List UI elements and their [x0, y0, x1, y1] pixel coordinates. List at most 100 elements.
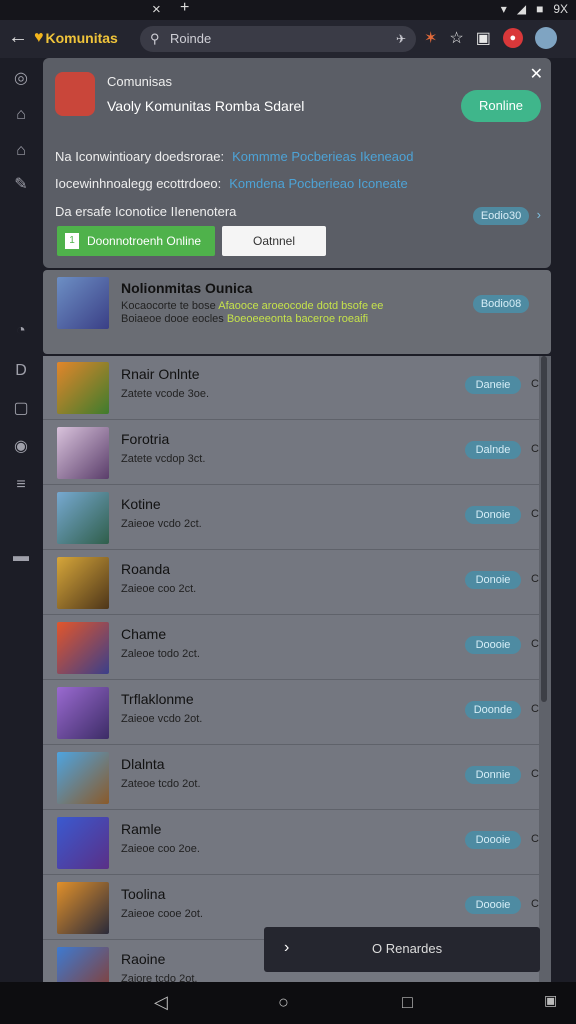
screenshot-icon[interactable]: ▣ — [544, 992, 557, 1009]
featured-item[interactable]: Nolionmitas Ounica Kocaocorte te bose Af… — [43, 270, 551, 354]
list-item-count: C — [531, 508, 539, 520]
avatar — [57, 362, 109, 414]
list-item-name: Dlalnta — [121, 756, 165, 772]
close-icon[interactable]: ✕ — [530, 64, 543, 84]
back-arrow-icon[interactable]: ← — [8, 26, 28, 49]
list-item-name: Toolina — [121, 886, 166, 902]
list-item-name: Chame — [121, 626, 167, 642]
clock-icon[interactable]: ◔ — [10, 320, 32, 342]
extension-icon[interactable]: ✈ — [396, 26, 406, 52]
home-icon[interactable]: ○ — [278, 992, 289, 1013]
list-item-sub: Zaiore tcdo 2ot. — [121, 973, 198, 982]
list-icon[interactable]: ≡ — [10, 474, 32, 496]
back-icon[interactable]: ◁ — [154, 992, 168, 1013]
home-icon[interactable]: ⌂ — [10, 104, 32, 126]
featured-desc-2-green: Boeoeeeonta baceroe roeaifi — [226, 313, 369, 325]
app-logo[interactable]: ♥ Komunitas — [34, 29, 118, 47]
cancel-button[interactable]: Oatnnel — [222, 226, 326, 256]
featured-button[interactable]: Bodio08 — [473, 295, 529, 313]
avatar — [57, 687, 109, 739]
recents-icon[interactable]: □ — [402, 992, 413, 1013]
star-icon[interactable]: ☆ — [449, 28, 463, 48]
pen-icon[interactable]: ✎ — [10, 174, 32, 196]
list-item-button[interactable]: Doooie — [465, 831, 521, 849]
list-item[interactable]: Roanda Zaieoe coo 2ct. Donoie C — [43, 551, 539, 615]
info-line-1-link[interactable]: Kommme Pocberieas Ikeneaod — [232, 149, 413, 164]
scrollbar-thumb[interactable] — [541, 356, 547, 702]
list-item-name: Roanda — [121, 561, 171, 577]
avatar — [57, 427, 109, 479]
avatar — [57, 817, 109, 869]
online-button[interactable]: Ronline — [461, 90, 541, 122]
paw-icon: ♥ — [34, 29, 44, 46]
list-item-name: Raoine — [121, 951, 166, 967]
record-icon[interactable]: ● — [502, 28, 523, 48]
target-icon[interactable]: ◉ — [10, 436, 32, 458]
list-item-button[interactable]: Doonde — [465, 701, 521, 719]
list-item[interactable]: Chame Zaleoe todo 2ct. Doooie C — [43, 616, 539, 680]
list-item-sub: Zaieoe vcdo 2ct. — [121, 518, 202, 530]
house-icon[interactable]: ⌂ — [10, 140, 32, 162]
list-item-button[interactable]: Daneie — [465, 376, 521, 394]
list-item-count: C — [531, 833, 539, 845]
list-item-name: Rnair Onlnte — [121, 366, 200, 382]
list-item[interactable]: Kotine Zaieoe vcdo 2ct. Donoie C — [43, 486, 539, 550]
list-item[interactable]: Dlalnta Zateoe tcdo 2ot. Donnie C — [43, 746, 539, 810]
compass-icon[interactable]: ◎ — [10, 68, 32, 90]
list-item-sub: Zaieoe coo 2oe. — [121, 843, 200, 855]
chevron-right-icon[interactable]: › — [284, 939, 289, 957]
featured-desc: Kocaocorte te bose Afaooce aroeocode dot… — [121, 300, 441, 326]
toolbar-icons: ✶ ☆ ▣ ● ⋮ — [424, 27, 576, 49]
signal-icon: ◢ — [516, 2, 527, 16]
address-bar[interactable]: ⚲ Roinde ✈ — [140, 26, 416, 52]
list-item-button[interactable]: Donoie — [465, 506, 521, 524]
new-tab-icon[interactable]: + — [180, 0, 189, 17]
list-item-sub: Zaieoe coo 2ct. — [121, 583, 197, 595]
panel-pill[interactable]: Eodio30 — [473, 207, 529, 225]
featured-name: Nolionmitas Ounica — [121, 280, 253, 296]
list-item-button[interactable]: Donnie — [465, 766, 521, 784]
list-item-button[interactable]: Doooie — [465, 896, 521, 914]
list-item-count: C — [531, 768, 539, 780]
list-item-button[interactable]: Donoie — [465, 571, 521, 589]
avatar — [57, 622, 109, 674]
list-item[interactable]: Trflaklonme Zaieoe vcdo 2ot. Doonde C — [43, 681, 539, 745]
list-item-sub: Zaieoe vcdo 2ot. — [121, 713, 203, 725]
list-item[interactable]: Rnair Onlnte Zatete vcode 3oe. Daneie C — [43, 356, 539, 420]
toast-bar[interactable]: › O Renardes — [264, 927, 540, 972]
camera-icon[interactable]: ▢ — [10, 398, 32, 420]
tabs-icon[interactable]: ▣ — [476, 28, 491, 48]
community-list: Rnair Onlnte Zatete vcode 3oe. Daneie C … — [43, 356, 539, 982]
sidebar: ◎ ⌂ ⌂ ✎ ◔ D ▢ ◉ ≡ ▬ — [0, 58, 42, 982]
download-online-button[interactable]: 1 Doonnotroenh Online — [57, 226, 215, 256]
list-item-button[interactable]: Dalnde — [465, 441, 521, 459]
list-item-sub: Zaleoe todo 2ct. — [121, 648, 200, 660]
list-item-name: Kotine — [121, 496, 161, 512]
info-line-2-link[interactable]: Komdena Pocberieao Iconeate — [229, 176, 408, 191]
button-badge: 1 — [65, 233, 79, 249]
mascot-icon[interactable]: ✶ — [424, 28, 437, 48]
download-online-label: Doonnotroenh Online — [87, 234, 202, 248]
battery-text: 9X — [553, 2, 568, 16]
avatar[interactable] — [534, 27, 557, 49]
search-icon: ⚲ — [150, 31, 160, 46]
featured-desc-2: Boiaeoe dooe eocles — [121, 313, 224, 325]
list-item[interactable]: Forotria Zatete vcdop 3ct. Dalnde C — [43, 421, 539, 485]
bookmark-icon[interactable]: D — [10, 360, 32, 382]
info-line-2-label: Iocewinhnoalegg ecottrdoeo: — [55, 176, 222, 191]
list-item-count: C — [531, 573, 539, 585]
chevron-right-icon[interactable]: › — [537, 207, 541, 222]
app-name: Komunitas — [45, 30, 118, 46]
wifi-icon: ▾ — [500, 2, 507, 16]
menu-icon[interactable]: ⋮ — [569, 28, 576, 48]
close-tab-icon[interactable]: × — [152, 1, 161, 18]
list-item[interactable]: Ramle Zaieoe coo 2oe. Doooie C — [43, 811, 539, 875]
avatar — [57, 557, 109, 609]
list-scrollbar[interactable] — [539, 356, 551, 982]
list-item-button[interactable]: Doooie — [465, 636, 521, 654]
browser-toolbar: ← ♥ Komunitas ⚲ Roinde ✈ ✶ ☆ ▣ ● ⋮ — [0, 20, 576, 58]
list-item-count: C — [531, 703, 539, 715]
briefcase-icon[interactable]: ▬ — [10, 546, 32, 568]
address-text: Roinde — [170, 31, 212, 46]
list-item-count: C — [531, 898, 539, 910]
